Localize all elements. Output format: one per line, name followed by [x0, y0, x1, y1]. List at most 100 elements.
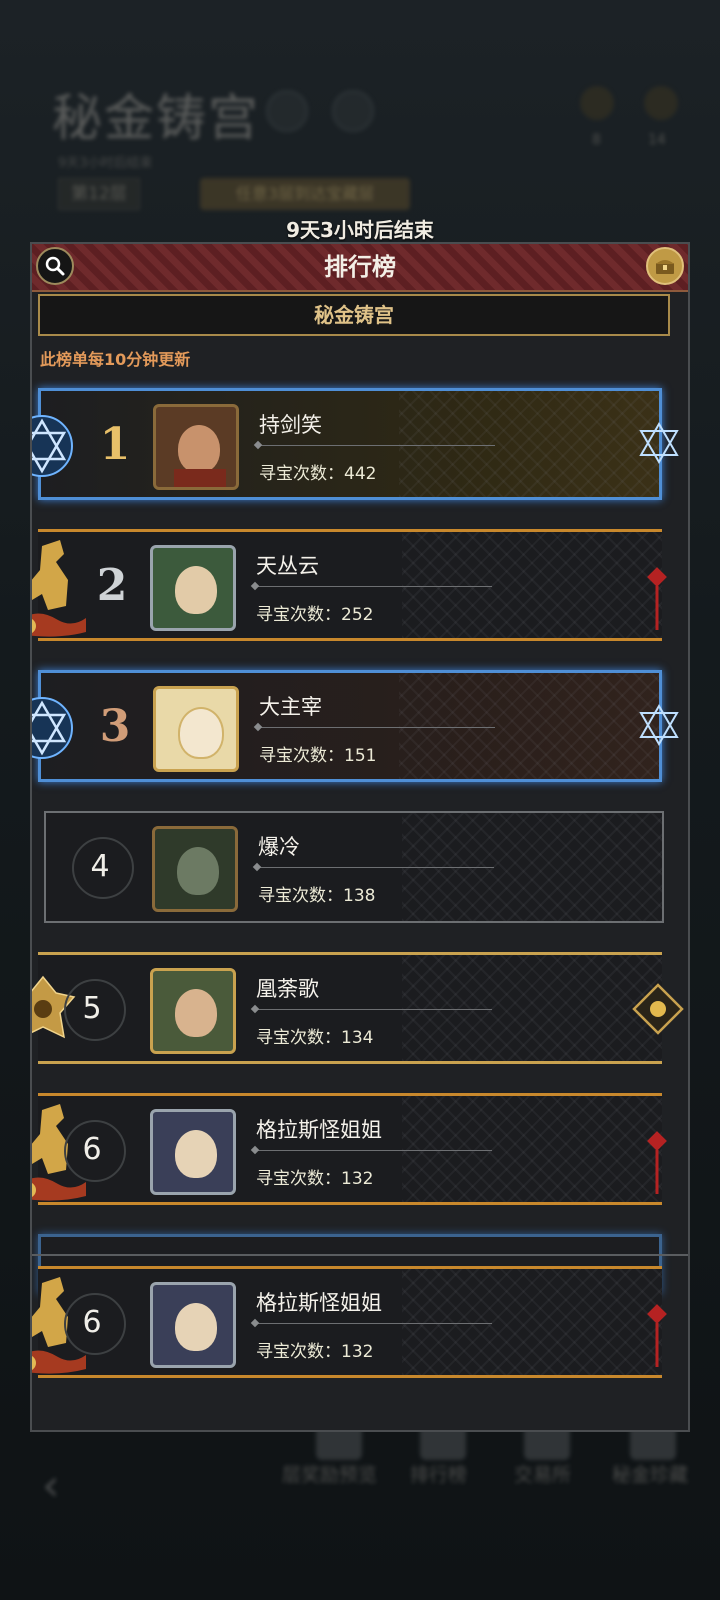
hexagram-emblem-icon — [639, 422, 679, 464]
row-pattern — [402, 955, 662, 1061]
player-avatar[interactable] — [150, 1109, 236, 1195]
event-timer: 9天3小时后结束 — [286, 218, 434, 242]
update-note: 此榜单每10分钟更新 — [40, 350, 191, 369]
background-resource-count: 8 — [592, 132, 601, 148]
row-divider — [252, 586, 492, 587]
ranking-row[interactable]: 3 大主宰 寻宝次数：151 — [32, 670, 679, 782]
player-name: 格拉斯怪姐姐 — [256, 1118, 382, 1142]
score-value: 138 — [343, 886, 376, 906]
score-label: 寻宝次数： — [258, 886, 343, 906]
ranking-row[interactable]: 1 持剑笑 寻宝次数：442 — [32, 388, 679, 500]
ranking-row[interactable]: 2 天丛云 寻宝次数：252 — [32, 529, 667, 641]
score-value: 442 — [344, 464, 377, 484]
rank-number: 3 — [99, 701, 131, 752]
background-nav-label: 层奖励预览 — [282, 1464, 378, 1486]
player-score: 寻宝次数：252 — [256, 600, 373, 625]
avatar-face — [175, 989, 217, 1037]
background-back-icon: ‹ — [42, 1460, 60, 1511]
self-ranking-row[interactable]: 6 格拉斯怪姐姐 寻宝次数：132 — [32, 1266, 667, 1378]
ranking-row[interactable]: 6 格拉斯怪姐姐 寻宝次数：132 — [32, 1093, 667, 1205]
self-score: 寻宝次数：132 — [256, 1337, 373, 1362]
player-score: 寻宝次数：134 — [256, 1023, 373, 1048]
player-name: 持剑笑 — [259, 413, 322, 437]
season-title-bar: 秘金铸宫 — [38, 294, 670, 336]
reward-chest-button[interactable] — [646, 247, 684, 285]
background-title: 秘金铸宫 — [52, 89, 260, 147]
background-resource-icon — [644, 86, 678, 120]
row-divider — [252, 1150, 492, 1151]
avatar-face — [177, 847, 219, 895]
ranking-row[interactable]: 5 凰荼歌 寻宝次数：134 — [32, 952, 684, 1064]
row-divider — [255, 445, 495, 446]
row-pattern — [399, 391, 659, 497]
avatar-face — [175, 1130, 217, 1178]
background-nav-label: 排行榜 — [410, 1464, 468, 1486]
player-name: 凰荼歌 — [256, 977, 319, 1001]
leaderboard-panel: 排行榜 秘金铸宫 此榜单每10分钟更新 1 持剑笑 寻宝次数：442 2 天丛云… — [30, 242, 690, 1432]
search-icon — [45, 256, 65, 276]
player-name: 大主宰 — [259, 695, 322, 719]
background-menu-icon — [332, 90, 374, 132]
background-nav-label: 秘金珍藏 — [612, 1464, 689, 1486]
golden-eye-emblem-icon — [632, 983, 684, 1035]
rank-number: 4 — [90, 849, 110, 884]
score-value: 132 — [341, 1169, 374, 1189]
rank-number: 6 — [82, 1132, 102, 1167]
self-row-separator — [32, 1254, 688, 1256]
chinese-knot-icon — [647, 1304, 667, 1367]
row-divider — [252, 1009, 492, 1010]
score-label: 寻宝次数： — [259, 464, 344, 484]
self-rank-number: 6 — [82, 1305, 102, 1340]
player-score: 寻宝次数：138 — [258, 881, 375, 906]
score-label: 寻宝次数： — [256, 1342, 341, 1362]
avatar-face — [178, 425, 220, 473]
row-pattern — [402, 1269, 662, 1375]
background-search-icon — [266, 90, 308, 132]
avatar-face — [178, 707, 224, 759]
player-avatar[interactable] — [150, 968, 236, 1054]
hexagram-emblem-icon — [32, 415, 73, 477]
rank-number: 5 — [82, 991, 102, 1026]
chinese-knot-icon — [647, 567, 667, 630]
panel-header: 排行榜 — [32, 244, 688, 292]
score-value: 132 — [341, 1342, 374, 1362]
score-label: 寻宝次数： — [259, 746, 344, 766]
rank-number: 2 — [96, 560, 128, 611]
self-avatar[interactable] — [150, 1282, 236, 1368]
row-divider — [252, 1323, 492, 1324]
panel-title: 排行榜 — [32, 244, 688, 290]
player-avatar[interactable] — [150, 545, 236, 631]
treasure-chest-icon — [656, 260, 674, 274]
background-resource-count: 14 — [648, 132, 666, 148]
player-name: 爆冷 — [258, 835, 300, 859]
rank-number: 1 — [99, 419, 131, 470]
self-name: 格拉斯怪姐姐 — [256, 1291, 382, 1315]
row-pattern — [402, 532, 662, 638]
score-label: 寻宝次数： — [256, 1028, 341, 1048]
score-value: 134 — [341, 1028, 374, 1048]
player-name: 天丛云 — [256, 554, 319, 578]
player-score: 寻宝次数：442 — [259, 459, 376, 484]
avatar-face — [175, 1303, 217, 1351]
player-avatar[interactable] — [152, 826, 238, 912]
hexagram-emblem-icon — [639, 704, 679, 746]
row-divider — [255, 727, 495, 728]
row-divider — [254, 867, 494, 868]
score-label: 寻宝次数： — [256, 1169, 341, 1189]
score-label: 寻宝次数： — [256, 605, 341, 625]
background-nav-label: 交易所 — [514, 1464, 572, 1486]
score-value: 252 — [341, 605, 374, 625]
row-pattern — [399, 673, 659, 779]
search-button[interactable] — [36, 247, 74, 285]
background-resource-icon — [580, 86, 614, 120]
avatar-face — [175, 566, 217, 614]
player-avatar[interactable] — [153, 686, 239, 772]
row-pattern — [402, 1096, 662, 1202]
avatar-clothes — [174, 469, 226, 487]
player-avatar[interactable] — [153, 404, 239, 490]
score-value: 151 — [344, 746, 377, 766]
ranking-row[interactable]: 4 爆冷 寻宝次数：138 — [44, 811, 664, 923]
hexagram-emblem-icon — [32, 697, 73, 759]
background-floor-label: 第12层 — [58, 178, 140, 210]
background-subtitle: 9天3小时后结束 — [58, 156, 153, 171]
